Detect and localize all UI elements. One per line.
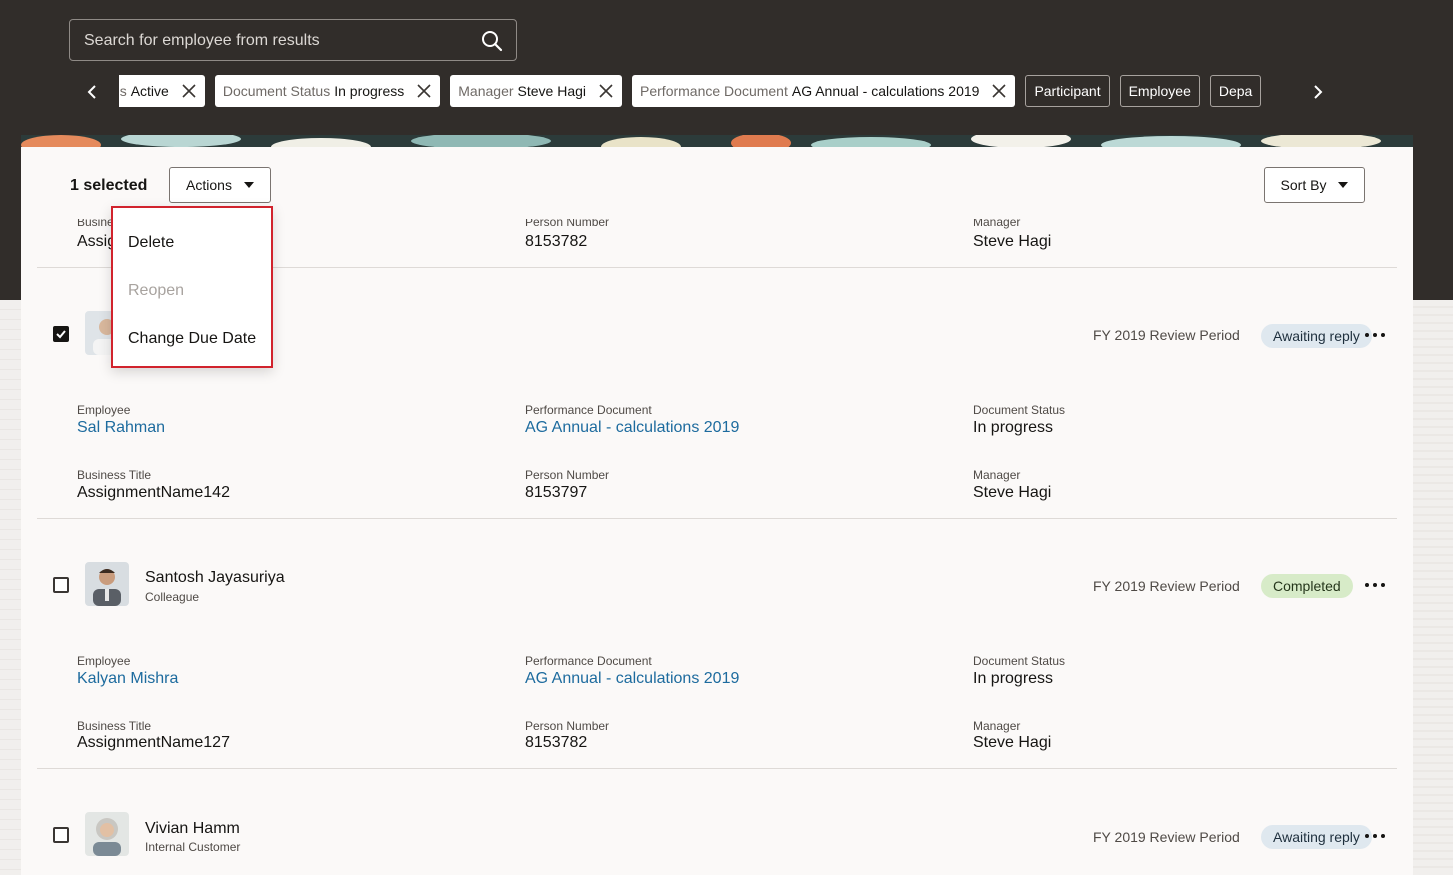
filter-chip-performance-document[interactable]: Performance Document AG Annual - calcula… bbox=[632, 75, 1016, 107]
filter-chip-key: Status bbox=[119, 83, 127, 99]
menu-item-change-due-date[interactable]: Change Due Date bbox=[128, 330, 256, 348]
person-role: Internal Customer bbox=[145, 840, 241, 854]
row-divider bbox=[37, 518, 1397, 519]
field-label: Employee bbox=[77, 654, 131, 668]
manager-value: Steve Hagi bbox=[973, 734, 1052, 751]
filter-chip-value: In progress bbox=[334, 83, 405, 99]
field-label: Person Number bbox=[525, 468, 610, 482]
avatar bbox=[85, 562, 129, 606]
background-pattern-left bbox=[0, 300, 21, 870]
status-badge: Completed bbox=[1261, 574, 1353, 598]
field-label: Busine bbox=[77, 219, 114, 229]
review-period: FY 2019 Review Period bbox=[1093, 327, 1240, 343]
field-label: Performance Document bbox=[525, 654, 652, 668]
close-icon[interactable] bbox=[181, 83, 197, 99]
field-label: Manager bbox=[973, 468, 1021, 482]
person-number-value: 8153797 bbox=[525, 484, 588, 501]
filter-chip-manager[interactable]: Manager Steve Hagi bbox=[450, 75, 623, 107]
status-badge: Awaiting reply bbox=[1261, 825, 1372, 849]
review-period: FY 2019 Review Period bbox=[1093, 578, 1240, 594]
filter-chip-key: Document Status bbox=[222, 83, 331, 99]
actions-button[interactable]: Actions bbox=[169, 167, 271, 203]
manager-value: Steve Hagi bbox=[973, 233, 1052, 250]
close-icon[interactable] bbox=[991, 83, 1007, 99]
field-label: Person Number bbox=[525, 219, 610, 229]
decorative-banner bbox=[21, 135, 1413, 147]
sort-by-button[interactable]: Sort By bbox=[1264, 167, 1365, 203]
field-label: Employee bbox=[77, 403, 131, 417]
selection-count: 1 selected bbox=[70, 177, 148, 194]
person-number-value: 8153782 bbox=[525, 734, 588, 751]
status-badge: Awaiting reply bbox=[1261, 324, 1372, 348]
background-pattern-right bbox=[1413, 300, 1453, 870]
field-label: Manager bbox=[973, 219, 1021, 229]
avatar bbox=[85, 812, 129, 856]
filter-chip-department[interactable]: Depa bbox=[1209, 75, 1262, 107]
row-divider bbox=[37, 768, 1397, 769]
field-label: Business Title bbox=[77, 468, 152, 482]
filter-chip-strip: Status Active Document Status In progres… bbox=[119, 75, 1293, 107]
field-label: Document Status bbox=[973, 654, 1066, 668]
field-label: Person Number bbox=[525, 719, 610, 733]
row-checkbox[interactable] bbox=[53, 577, 69, 593]
close-icon[interactable] bbox=[416, 83, 432, 99]
search-icon[interactable] bbox=[480, 29, 504, 53]
performance-document-link[interactable]: AG Annual - calculations 2019 bbox=[525, 670, 739, 688]
person-number-value: 8153782 bbox=[525, 233, 588, 250]
person-name[interactable]: Santosh Jayasuriya bbox=[145, 569, 285, 587]
filter-chip-document-status[interactable]: Document Status In progress bbox=[214, 75, 441, 107]
filter-chip-key: Performance Document bbox=[640, 83, 788, 99]
more-options-icon[interactable] bbox=[1364, 581, 1386, 589]
business-title-value: AssignmentName127 bbox=[77, 734, 230, 751]
field-label: Manager bbox=[973, 719, 1021, 733]
close-icon[interactable] bbox=[598, 83, 614, 99]
manager-value: Steve Hagi bbox=[973, 484, 1052, 501]
check-icon bbox=[56, 330, 66, 339]
filter-chip-value: Active bbox=[130, 83, 169, 99]
field-label: Performance Document bbox=[525, 403, 652, 417]
filter-chip-participant[interactable]: Participant bbox=[1025, 75, 1110, 107]
review-period: FY 2019 Review Period bbox=[1093, 829, 1240, 845]
employee-link[interactable]: Sal Rahman bbox=[77, 419, 165, 437]
actions-button-label: Actions bbox=[186, 177, 232, 193]
search-input[interactable] bbox=[82, 20, 476, 62]
person-role: Colleague bbox=[145, 590, 200, 604]
chevron-down-icon bbox=[1338, 182, 1349, 188]
actions-menu: Delete Reopen Change Due Date bbox=[111, 206, 273, 368]
sort-by-button-label: Sort By bbox=[1280, 177, 1327, 193]
field-label: Business Title bbox=[77, 719, 152, 733]
document-status-value: In progress bbox=[973, 419, 1054, 436]
chevron-left-icon[interactable] bbox=[82, 81, 102, 103]
chevron-down-icon bbox=[243, 182, 254, 188]
field-label: Document Status bbox=[973, 403, 1066, 417]
search-box[interactable] bbox=[69, 19, 517, 62]
document-status-value: In progress bbox=[973, 670, 1054, 687]
filter-chip-key: Manager bbox=[458, 83, 514, 99]
more-options-icon[interactable] bbox=[1364, 331, 1386, 339]
filter-chip-value: AG Annual - calculations 2019 bbox=[791, 83, 980, 99]
business-title-value: AssignmentName142 bbox=[77, 484, 230, 501]
person-name[interactable]: Vivian Hamm bbox=[145, 820, 240, 838]
row-checkbox[interactable] bbox=[53, 827, 69, 843]
employee-link[interactable]: Kalyan Mishra bbox=[77, 670, 178, 688]
menu-item-reopen: Reopen bbox=[128, 282, 185, 299]
filter-chip-value: Steve Hagi bbox=[517, 83, 587, 99]
filter-chip-employee[interactable]: Employee bbox=[1119, 75, 1200, 107]
row-checkbox[interactable] bbox=[53, 326, 69, 342]
performance-document-link[interactable]: AG Annual - calculations 2019 bbox=[525, 419, 739, 437]
chevron-right-icon[interactable] bbox=[1308, 81, 1328, 103]
menu-item-delete[interactable]: Delete bbox=[128, 234, 174, 252]
more-options-icon[interactable] bbox=[1364, 832, 1386, 840]
filter-chip-status[interactable]: Status Active bbox=[119, 75, 205, 107]
